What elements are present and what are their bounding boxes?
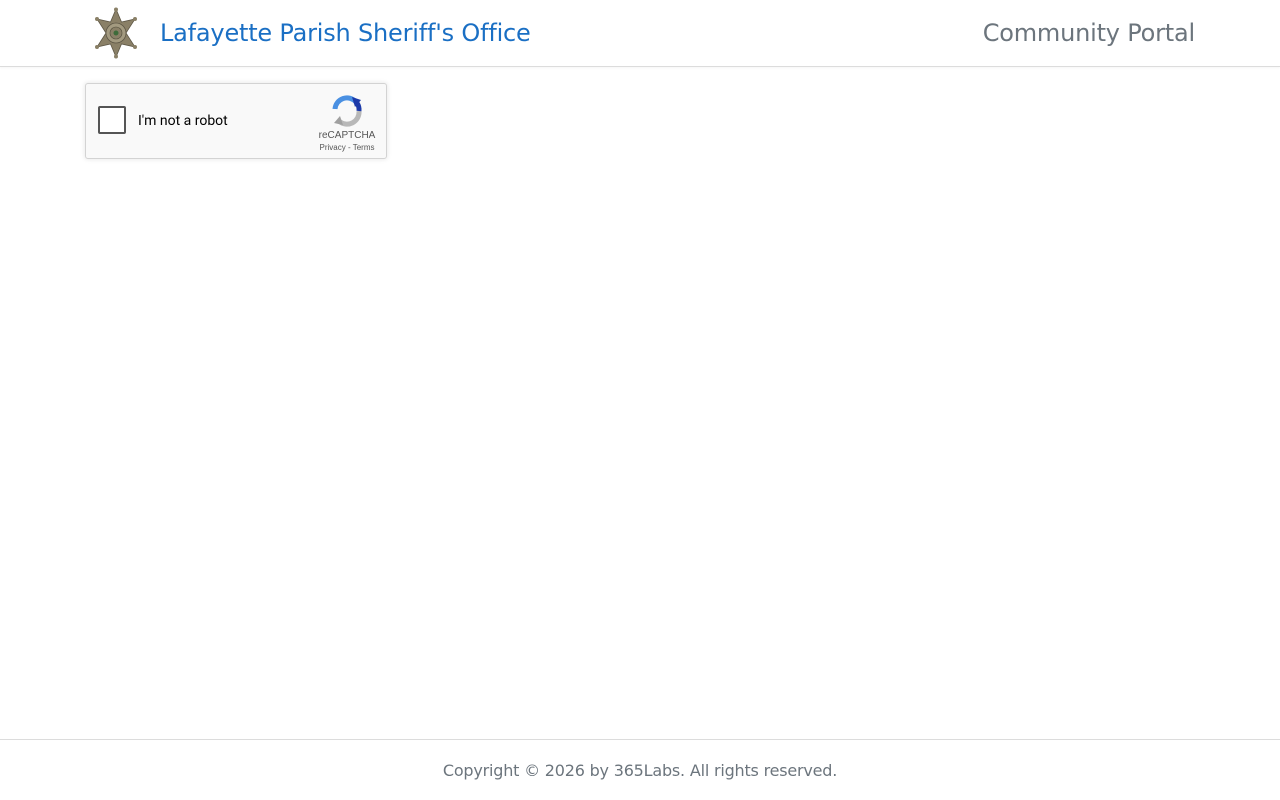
recaptcha-logo-icon [332,95,362,127]
recaptcha-widget: I'm not a robot reCAPTCHA Privacy - Term… [85,83,387,159]
recaptcha-checkbox[interactable] [98,106,126,134]
site-footer: Copyright © 2026 by 365Labs. All rights … [0,739,1280,800]
site-header: Lafayette Parish Sheriff's Office Commun… [0,0,1280,67]
brand-link[interactable]: Lafayette Parish Sheriff's Office [93,7,531,59]
recaptcha-privacy-link[interactable]: Privacy [320,143,346,152]
portal-title: Community Portal [982,19,1195,47]
recaptcha-brand: reCAPTCHA [318,130,376,141]
recaptcha-links-separator: - [345,143,353,152]
recaptcha-label: I'm not a robot [138,113,228,129]
recaptcha-terms-link[interactable]: Terms [353,143,375,152]
copyright-text: Copyright © 2026 by 365Labs. All rights … [442,760,838,780]
recaptcha-links: Privacy - Terms [311,143,383,152]
brand-title[interactable]: Lafayette Parish Sheriff's Office [160,19,531,47]
sheriff-badge-icon [95,7,137,59]
